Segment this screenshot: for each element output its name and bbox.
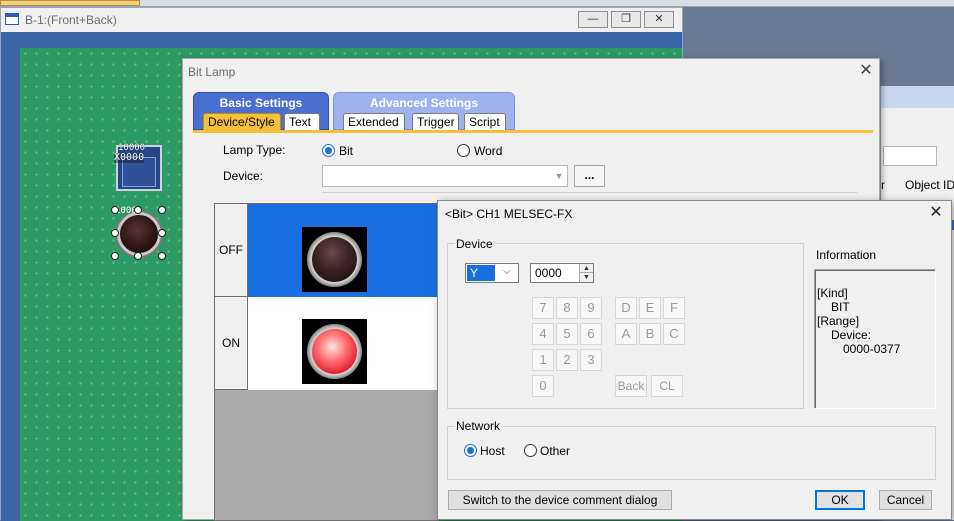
keypad-key-e[interactable]: E [639, 297, 661, 319]
network-host-radio[interactable] [464, 444, 477, 457]
keypad-key-9[interactable]: 9 [580, 297, 602, 319]
state-row-off-label[interactable]: OFF [215, 204, 248, 297]
spin-down-icon[interactable]: ▼ [580, 273, 593, 282]
network-other-radio[interactable] [524, 444, 537, 457]
screen-editor-titlebar: B-1:(Front+Back) — ❐ ✕ [1, 8, 682, 32]
subtab-extended[interactable]: Extended [343, 113, 405, 130]
resize-handle[interactable] [111, 252, 119, 260]
panel-search-box[interactable] [883, 146, 937, 166]
keypad-key-a[interactable]: A [615, 323, 637, 345]
keypad-key-0[interactable]: 0 [532, 375, 554, 397]
keypad-key-8[interactable]: 8 [556, 297, 578, 319]
resize-handle[interactable] [134, 252, 142, 260]
device-input-dialog: <Bit> CH1 MELSEC-FX ✕ Device Y ⌵ 0000 ▲ … [437, 200, 952, 520]
information-box: [Kind] BIT [Range] Device: 0000-0377 [814, 269, 936, 409]
keypad-key-4[interactable]: 4 [532, 323, 554, 345]
resize-handle[interactable] [158, 206, 166, 214]
resize-handle[interactable] [134, 206, 142, 214]
info-range-device-label: Device: [831, 328, 872, 342]
column-header-object-id[interactable]: Object ID [905, 178, 954, 192]
resize-handle[interactable] [158, 229, 166, 237]
state-row-on[interactable] [248, 297, 438, 390]
keypad-key-5[interactable]: 5 [556, 323, 578, 345]
app-top-strip [0, 0, 954, 7]
subtab-script[interactable]: Script [464, 113, 506, 130]
info-kind-heading: [Kind] [817, 286, 848, 300]
lamp-type-bit-radio[interactable] [322, 144, 335, 157]
close-button[interactable]: ✕ [644, 11, 674, 28]
keypad-key-b[interactable]: B [639, 323, 661, 345]
state-table-header [248, 204, 438, 222]
keypad-key-6[interactable]: 6 [580, 323, 602, 345]
restore-button[interactable]: ❐ [611, 11, 641, 28]
subtab-text[interactable]: Text [284, 113, 320, 130]
info-kind-value: BIT [831, 300, 850, 314]
divider [322, 192, 857, 193]
app-tab-chip[interactable] [0, 0, 140, 6]
info-range-value: 0000-0377 [843, 342, 901, 356]
network-other-label[interactable]: Other [540, 444, 570, 458]
resize-handle[interactable] [111, 229, 119, 237]
window-icon [5, 13, 19, 25]
lamp-type-word-label[interactable]: Word [474, 144, 502, 158]
keypad-key-3[interactable]: 3 [580, 349, 602, 371]
switch-to-comment-dialog-button[interactable]: Switch to the device comment dialog [448, 490, 672, 510]
device-browse-button[interactable]: ... [574, 165, 605, 187]
minimize-button[interactable]: — [578, 11, 608, 28]
canvas-object-bit-lamp[interactable] [117, 212, 161, 256]
tab-label: Advanced Settings [369, 96, 479, 110]
device-type-select[interactable]: Y ⌵ [465, 263, 519, 283]
keypad-key-2[interactable]: 2 [556, 349, 578, 371]
lamp-off-preview [302, 227, 367, 292]
column-header-r[interactable]: r [881, 178, 885, 192]
close-icon[interactable]: ✕ [927, 204, 945, 222]
lamp-on-preview [302, 319, 367, 384]
keypad-key-d[interactable]: D [615, 297, 637, 319]
keypad-key-7[interactable]: 7 [532, 297, 554, 319]
chevron-down-icon[interactable]: ⌵ [503, 266, 511, 277]
device-dialog-title: <Bit> CH1 MELSEC-FX [445, 207, 573, 221]
bit-lamp-dialog-title: Bit Lamp [188, 65, 236, 79]
cancel-button[interactable]: Cancel [879, 490, 932, 510]
chevron-down-icon[interactable]: ▼ [552, 169, 566, 183]
keypad-key-c[interactable]: C [663, 323, 685, 345]
ok-button[interactable]: OK [815, 490, 865, 510]
spin-buttons[interactable]: ▲ ▼ [579, 264, 593, 282]
device-combobox[interactable]: ▼ [322, 165, 568, 187]
lamp-type-label: Lamp Type: [223, 143, 286, 157]
state-table: OFF ON [214, 203, 439, 521]
info-range-heading: [Range] [817, 314, 860, 328]
tab-label: Basic Settings [219, 96, 303, 110]
canvas-object-device-label: X0000 [114, 152, 145, 163]
keypad-back-button[interactable]: Back [615, 375, 647, 397]
subtab-trigger[interactable]: Trigger [412, 113, 459, 130]
device-number-stepper[interactable]: 0000 ▲ ▼ [530, 263, 594, 283]
subtab-device-style[interactable]: Device/Style [203, 113, 281, 130]
device-type-value: Y [467, 265, 495, 281]
network-host-label[interactable]: Host [480, 444, 505, 458]
keypad-key-f[interactable]: F [663, 297, 685, 319]
tab-underline [193, 130, 873, 133]
close-icon[interactable]: ✕ [857, 62, 875, 80]
state-row-on-label[interactable]: ON [215, 297, 248, 390]
network-group-label: Network [455, 419, 502, 433]
device-label: Device: [223, 169, 264, 183]
lamp-type-word-radio[interactable] [457, 144, 470, 157]
panel-header [881, 86, 954, 108]
device-number-value: 0000 [535, 266, 562, 280]
keypad-clear-button[interactable]: CL [651, 375, 683, 397]
lamp-type-bit-label[interactable]: Bit [339, 144, 353, 158]
resize-handle[interactable] [158, 252, 166, 260]
state-row-off[interactable] [248, 222, 438, 297]
device-group-label: Device [455, 237, 494, 251]
information-label: Information [816, 248, 877, 262]
resize-handle[interactable] [111, 206, 119, 214]
network-groupbox [447, 426, 936, 480]
keypad-key-1[interactable]: 1 [532, 349, 554, 371]
spin-up-icon[interactable]: ▲ [580, 264, 593, 273]
screen-editor-title: B-1:(Front+Back) [25, 13, 117, 27]
